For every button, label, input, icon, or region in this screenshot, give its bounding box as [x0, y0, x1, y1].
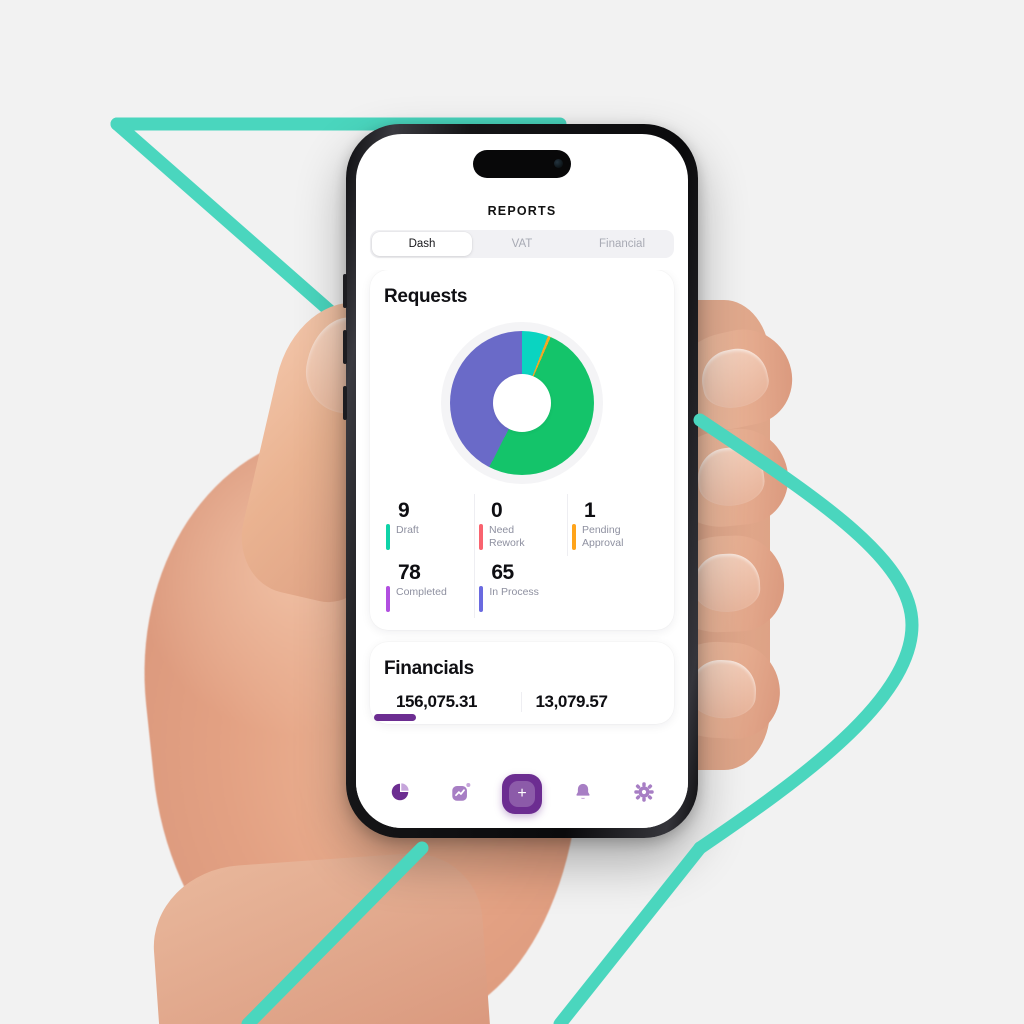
screenshot-stage: REPORTS Dash VAT Financial Requests 9 Dr…	[0, 0, 1024, 1024]
teal-decoration-front	[241, 413, 919, 1024]
